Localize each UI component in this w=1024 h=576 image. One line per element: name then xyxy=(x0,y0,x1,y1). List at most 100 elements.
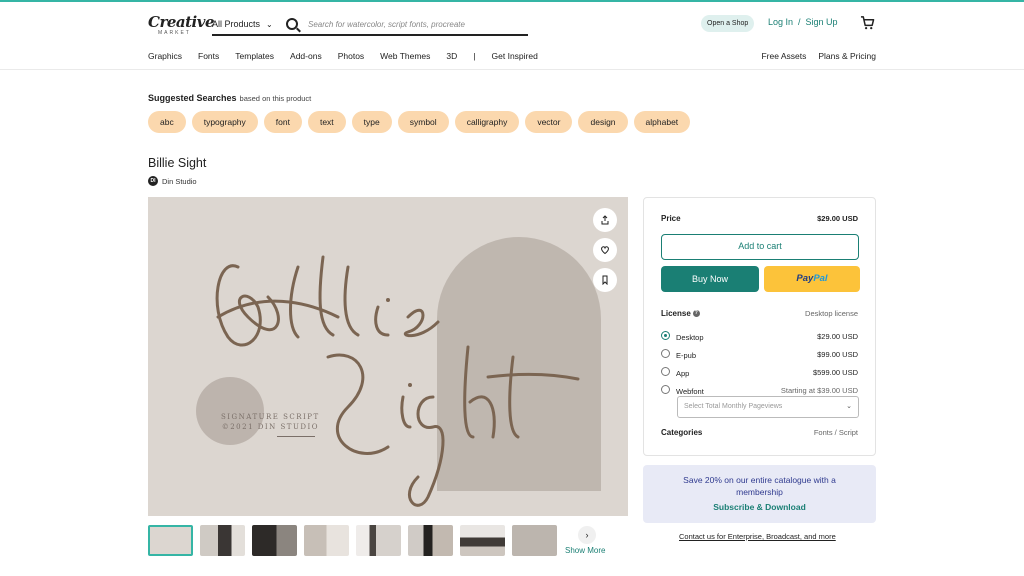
option-name: Desktop xyxy=(676,333,704,342)
thumbnail-3[interactable] xyxy=(252,525,297,556)
enterprise-contact-link[interactable]: Contact us for Enterprise, Broadcast, an… xyxy=(679,532,836,541)
tag-design[interactable]: design xyxy=(578,111,628,133)
shop-name: Din Studio xyxy=(162,176,197,186)
product-title: Billie Sight xyxy=(148,156,207,170)
license-option-app[interactable]: App $599.00 USD xyxy=(661,363,858,381)
nav-add-ons[interactable]: Add-ons xyxy=(290,51,322,61)
nav-photos[interactable]: Photos xyxy=(338,51,364,61)
category-select-label: All Products xyxy=(212,19,261,29)
shop-link[interactable]: DI Din Studio xyxy=(148,176,197,186)
main-nav: Graphics Fonts Templates Add-ons Photos … xyxy=(148,51,538,61)
pageviews-placeholder: Select Total Monthly Pageviews xyxy=(684,403,783,410)
suggested-title-text: Suggested Searches xyxy=(148,93,237,103)
tag-type[interactable]: type xyxy=(351,111,392,133)
pageviews-select[interactable]: Select Total Monthly Pageviews ⌄ xyxy=(677,396,859,418)
help-icon[interactable]: ? xyxy=(692,310,700,318)
chevron-right-icon[interactable]: › xyxy=(578,526,596,544)
categories-label: Categories xyxy=(661,428,703,437)
paypal-button[interactable]: PayPal xyxy=(764,266,860,292)
thumbnail-strip xyxy=(148,525,557,556)
option-name: Webfont xyxy=(676,387,704,396)
show-more-link[interactable]: Show More xyxy=(565,546,605,555)
categories-value[interactable]: Fonts / Script xyxy=(814,428,858,437)
thumbnail-5[interactable] xyxy=(356,525,401,556)
chevron-down-icon: ⌄ xyxy=(846,403,852,410)
nav-get-inspired[interactable]: Get Inspired xyxy=(492,51,538,61)
auth-separator: / xyxy=(798,17,801,27)
nav-3d[interactable]: 3D xyxy=(446,51,457,61)
tag-font[interactable]: font xyxy=(263,111,302,133)
option-price: $29.00 USD xyxy=(817,331,858,341)
cart-icon[interactable] xyxy=(860,16,875,30)
suggested-tags: abc typography font text type symbol cal… xyxy=(148,111,691,133)
paypal-pal-text: Pal xyxy=(813,273,828,284)
share-icon[interactable] xyxy=(593,208,617,232)
purchase-panel: Price $29.00 USD Add to cart Buy Now Pay… xyxy=(643,197,876,456)
signup-link[interactable]: Sign Up xyxy=(806,17,838,27)
price-value: $29.00 USD xyxy=(817,214,858,223)
add-to-cart-button[interactable]: Add to cart xyxy=(661,234,859,260)
option-price: Starting at $39.00 USD xyxy=(780,385,858,395)
nav-free-assets[interactable]: Free Assets xyxy=(761,51,806,61)
paypal-pay-text: Pay xyxy=(796,273,814,284)
promo-text: Save 20% on our entire catalogue with a … xyxy=(683,475,836,497)
creative-market-logo[interactable]: Creative MARKET xyxy=(148,14,215,40)
nav-plans-pricing[interactable]: Plans & Pricing xyxy=(818,51,876,61)
license-label-text: License xyxy=(661,309,691,318)
nav-graphics[interactable]: Graphics xyxy=(148,51,182,61)
license-label: License? xyxy=(661,309,700,318)
hero-script-lettering xyxy=(215,255,580,507)
search-input[interactable] xyxy=(308,19,528,29)
tag-vector[interactable]: vector xyxy=(525,111,573,133)
thumbnail-2[interactable] xyxy=(200,525,245,556)
thumbnail-1[interactable] xyxy=(148,525,193,556)
radio-webfont[interactable] xyxy=(661,385,670,395)
price-label: Price xyxy=(661,214,681,223)
tag-alphabet[interactable]: alphabet xyxy=(633,111,691,133)
option-name: App xyxy=(676,369,690,378)
nav-divider: | xyxy=(473,51,476,61)
price-row: Price $29.00 USD xyxy=(661,214,858,223)
nav-templates[interactable]: Templates xyxy=(235,51,274,61)
license-option-desktop[interactable]: Desktop $29.00 USD xyxy=(661,327,858,345)
option-price: $99.00 USD xyxy=(817,349,858,359)
suggested-searches-title: Suggested Searches based on this product xyxy=(148,93,311,103)
license-selected: Desktop license xyxy=(805,309,858,318)
option-price: $599.00 USD xyxy=(812,367,858,377)
thumbnail-8[interactable] xyxy=(512,525,557,556)
chevron-down-icon: ⌄ xyxy=(266,19,273,29)
search-bar: All Products ⌄ xyxy=(212,14,528,36)
tag-symbol[interactable]: symbol xyxy=(397,111,449,133)
radio-desktop[interactable] xyxy=(661,331,670,341)
thumbnail-6[interactable] xyxy=(408,525,453,556)
tag-text[interactable]: text xyxy=(307,111,346,133)
thumbnail-7[interactable] xyxy=(460,525,505,556)
search-icon[interactable] xyxy=(286,18,298,30)
auth-links: Log In / Sign Up xyxy=(768,17,838,27)
license-row: License? Desktop license xyxy=(661,309,858,318)
nav-fonts[interactable]: Fonts xyxy=(198,51,219,61)
tag-abc[interactable]: abc xyxy=(148,111,186,133)
tag-calligraphy[interactable]: calligraphy xyxy=(454,111,520,133)
hero-actions xyxy=(593,208,617,292)
login-link[interactable]: Log In xyxy=(768,17,793,27)
membership-promo: Save 20% on our entire catalogue with a … xyxy=(643,465,876,523)
heart-icon[interactable] xyxy=(593,238,617,262)
buy-now-button[interactable]: Buy Now xyxy=(661,266,759,292)
shop-avatar: DI xyxy=(148,176,158,186)
radio-epub[interactable] xyxy=(661,349,670,359)
category-select[interactable]: All Products ⌄ xyxy=(212,19,280,29)
option-name: E-pub xyxy=(676,351,697,360)
site-header: Creative MARKET All Products ⌄ Open a Sh… xyxy=(0,2,1024,70)
subscribe-link[interactable]: Subscribe & Download xyxy=(643,502,876,512)
thumbnail-4[interactable] xyxy=(304,525,349,556)
bookmark-icon[interactable] xyxy=(593,268,617,292)
product-hero-image[interactable]: SIGNATURE SCRIPT ©2021 DIN STUDIO xyxy=(148,197,628,516)
radio-app[interactable] xyxy=(661,367,670,377)
license-option-epub[interactable]: E-pub $99.00 USD xyxy=(661,345,858,363)
tag-typography[interactable]: typography xyxy=(191,111,258,133)
nav-right: Free Assets Plans & Pricing xyxy=(761,51,876,61)
suggested-subtitle: based on this product xyxy=(239,94,312,103)
nav-web-themes[interactable]: Web Themes xyxy=(380,51,430,61)
open-shop-button[interactable]: Open a Shop xyxy=(701,15,755,32)
